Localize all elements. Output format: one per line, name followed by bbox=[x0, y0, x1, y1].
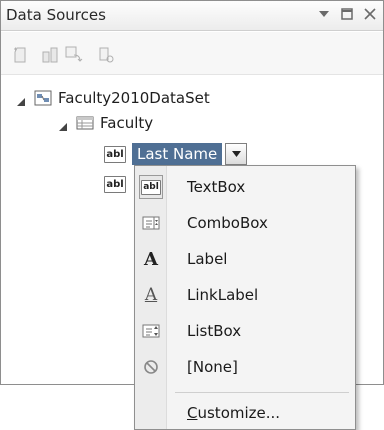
menu-item-linklabel[interactable]: A LinkLabel bbox=[135, 278, 355, 312]
linklabel-icon: A bbox=[144, 285, 158, 305]
window-position-dropdown-icon[interactable] bbox=[317, 7, 331, 21]
field-last-name-label[interactable]: Last Name bbox=[132, 143, 223, 165]
menu-item-label: Customize... bbox=[187, 404, 281, 422]
dataset-icon bbox=[34, 90, 52, 106]
menu-item-label: TextBox bbox=[187, 178, 246, 196]
menu-separator bbox=[175, 392, 349, 393]
control-type-dropdown-button[interactable] bbox=[225, 143, 248, 165]
menu-item-label: ComboBox bbox=[187, 214, 268, 232]
add-new-data-source-icon[interactable] bbox=[11, 46, 29, 64]
panel-title-bar: Data Sources bbox=[1, 1, 383, 31]
menu-item-label-text: Label bbox=[187, 250, 228, 268]
textbox-icon: abl bbox=[135, 170, 167, 204]
panel-title: Data Sources bbox=[6, 6, 106, 24]
data-sources-toolbar bbox=[1, 32, 383, 75]
auto-hide-icon[interactable] bbox=[340, 7, 354, 21]
menu-item-textbox[interactable]: abl TextBox bbox=[135, 170, 355, 204]
menu-item-listbox[interactable]: ListBox bbox=[135, 314, 355, 348]
label-icon: A bbox=[144, 248, 158, 270]
tree-node-field-second[interactable]: abl bbox=[104, 172, 126, 193]
none-icon bbox=[135, 350, 167, 384]
chevron-down-icon bbox=[231, 151, 241, 157]
textbox-control-icon: abl bbox=[104, 176, 126, 193]
menu-item-none[interactable]: [None] bbox=[135, 350, 355, 384]
configure-dataset-icon[interactable] bbox=[65, 46, 83, 64]
menu-item-label: LinkLabel bbox=[187, 286, 259, 304]
menu-item-label: ListBox bbox=[187, 322, 242, 340]
dataset-label: Faculty2010DataSet bbox=[58, 89, 210, 107]
combobox-icon bbox=[135, 206, 167, 240]
menu-item-combobox[interactable]: ComboBox bbox=[135, 206, 355, 240]
close-icon[interactable] bbox=[363, 7, 377, 21]
tree-node-dataset[interactable]: Faculty2010DataSet bbox=[16, 89, 210, 107]
table-label: Faculty bbox=[100, 114, 154, 132]
menu-item-label[interactable]: A Label bbox=[135, 242, 355, 276]
control-type-menu: abl TextBox ComboBox A Label A LinkLabel… bbox=[134, 165, 356, 430]
menu-item-customize[interactable]: Customize... bbox=[135, 396, 355, 430]
menu-item-label: [None] bbox=[187, 358, 238, 376]
tree-node-field-last-name[interactable]: abl Last Name bbox=[104, 143, 248, 165]
textbox-control-icon: abl bbox=[104, 145, 126, 163]
listbox-icon bbox=[135, 314, 167, 348]
tree-node-table[interactable]: Faculty bbox=[58, 114, 153, 132]
table-icon bbox=[76, 115, 94, 131]
expander-icon[interactable] bbox=[58, 118, 68, 131]
expander-icon[interactable] bbox=[16, 93, 26, 106]
refresh-icon[interactable] bbox=[97, 46, 115, 64]
window-controls bbox=[317, 7, 377, 21]
edit-dataset-designer-icon[interactable] bbox=[41, 46, 59, 64]
